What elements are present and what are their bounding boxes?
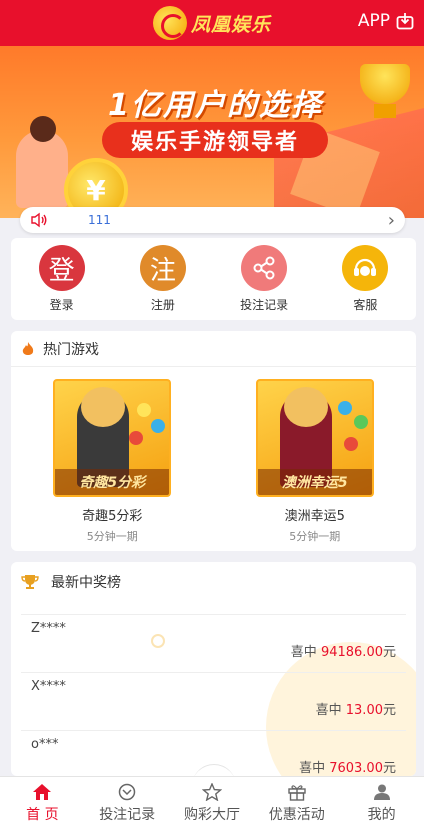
customer-service-button[interactable]: 客服	[320, 245, 410, 313]
brand-logo[interactable]: 凤凰娱乐	[152, 6, 271, 40]
tab-profile[interactable]: 我的	[339, 777, 424, 830]
game-period: 5分钟一期	[289, 530, 341, 543]
notice-bar[interactable]: 111 ›	[20, 207, 405, 233]
game-thumbnail-title: 奇趣5分彩	[55, 469, 170, 495]
login-button[interactable]: 登 登录	[17, 245, 107, 313]
lottery-ball-icon	[337, 401, 352, 415]
register-label: 注册	[150, 298, 175, 312]
game-thumbnail-title: 澳洲幸运5	[257, 469, 372, 495]
game-card[interactable]: 奇趣5分彩 奇趣5分彩 5分钟一期	[27, 379, 197, 544]
lottery-ball-icon	[353, 415, 368, 429]
tab-home-label: 首 页	[26, 807, 59, 823]
app-download-label: APP	[357, 11, 390, 31]
flame-icon	[22, 341, 34, 355]
gift-icon	[288, 785, 306, 801]
lottery-ball-icon	[151, 419, 166, 433]
top-header: 凤凰娱乐 APP	[0, 0, 424, 46]
app-download-button[interactable]: APP	[358, 11, 414, 31]
game-card[interactable]: 澳洲幸运5 澳洲幸运5 5分钟一期	[230, 379, 400, 544]
register-button[interactable]: 注 注册	[118, 245, 208, 313]
tab-bet-records-label: 投注记录	[99, 807, 156, 823]
winner-username: Z****	[31, 621, 66, 636]
lottery-ball-icon	[137, 403, 152, 417]
winners-title: 最新中奖榜	[51, 575, 121, 591]
record-icon	[118, 783, 136, 801]
hot-games-title: 热门游戏	[43, 341, 99, 358]
star-icon	[201, 783, 222, 801]
game-thumbnail: 澳洲幸运5	[255, 379, 374, 497]
trophy-base	[374, 104, 396, 118]
speaker-icon	[31, 212, 47, 228]
game-figure-head	[283, 387, 328, 427]
game-thumbnail: 奇趣5分彩	[53, 379, 172, 497]
game-name: 奇趣5分彩	[82, 509, 143, 524]
brand-logo-text: 凤凰娱乐	[190, 13, 271, 36]
hot-games-section: 热门游戏 奇趣5分彩 奇趣5分彩 5分钟一期 澳洲幸运5 澳洲幸运5 5分钟一期	[11, 331, 416, 551]
game-name: 澳洲幸运5	[284, 509, 345, 524]
notice-text: 111	[88, 213, 111, 227]
login-icon: 登	[38, 245, 85, 291]
winner-username: X****	[31, 679, 66, 694]
hot-games-header: 热门游戏	[11, 331, 416, 367]
winners-section: 最新中奖榜 Z**** 喜中 94186.00元 X**** 喜中 13.00元…	[11, 562, 416, 776]
tab-promotions-label: 优惠活动	[268, 807, 325, 823]
register-icon: 注	[139, 245, 186, 291]
tab-home[interactable]: 首 页	[0, 777, 85, 830]
winner-amount: 喜中 13.00元	[315, 703, 396, 718]
banner-subtitle: 娱乐手游领导者	[102, 122, 328, 158]
lottery-ball-icon	[343, 437, 358, 451]
winner-amount: 喜中 94186.00元	[290, 645, 396, 660]
quick-menu: 登 登录 注 注册 投注记录 客服	[11, 238, 416, 320]
chevron-right-icon[interactable]: ›	[388, 210, 395, 231]
winner-row: X**** 喜中 13.00元	[21, 672, 406, 730]
login-label: 登录	[49, 298, 74, 312]
tab-bet-records[interactable]: 投注记录	[85, 777, 170, 830]
share-icon	[241, 245, 288, 291]
tab-profile-label: 我的	[367, 807, 396, 823]
headset-icon	[342, 245, 389, 291]
phoenix-logo-icon	[152, 6, 187, 40]
banner-person-head	[30, 116, 56, 142]
download-icon	[396, 13, 414, 30]
customer-service-label: 客服	[353, 298, 378, 312]
lottery-ball-icon	[129, 431, 144, 445]
hot-games-list: 奇趣5分彩 奇趣5分彩 5分钟一期 澳洲幸运5 澳洲幸运5 5分钟一期	[11, 367, 416, 544]
game-period: 5分钟一期	[86, 530, 138, 543]
game-figure-head	[81, 387, 126, 427]
winner-amount: 喜中 7603.00元	[299, 761, 396, 776]
promo-banner[interactable]: ¥ 1亿用户的选择 娱乐手游领导者	[0, 46, 424, 218]
tab-lottery-hall-label: 购彩大厅	[183, 807, 240, 823]
trophy-icon	[21, 575, 39, 589]
tab-promotions[interactable]: 优惠活动	[254, 777, 339, 830]
home-icon	[33, 784, 52, 800]
tab-lottery-hall[interactable]: 购彩大厅	[170, 777, 255, 830]
winner-row: Z**** 喜中 94186.00元	[21, 614, 406, 672]
winners-header: 最新中奖榜	[11, 562, 416, 602]
user-icon	[373, 784, 390, 800]
banner-title: 1亿用户的选择	[108, 88, 323, 123]
bottom-tab-bar: 首 页 投注记录 购彩大厅 优惠活动 我的	[0, 776, 424, 830]
bet-records-label: 投注记录	[240, 298, 289, 312]
bet-records-button[interactable]: 投注记录	[219, 245, 309, 313]
winner-username: o***	[31, 737, 59, 752]
trophy-icon	[360, 64, 410, 104]
